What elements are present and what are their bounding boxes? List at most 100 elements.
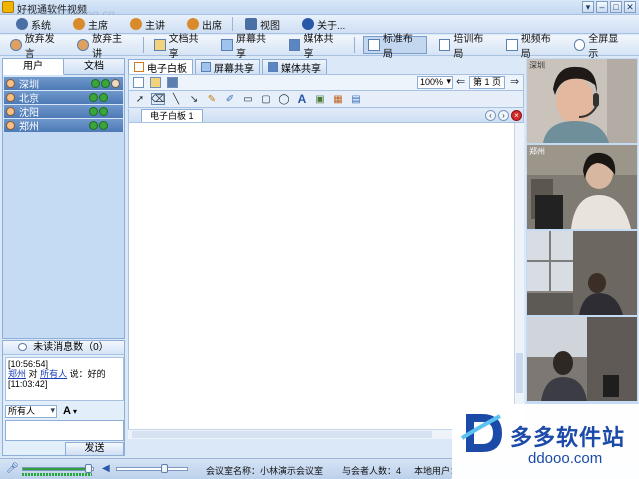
close-window-button[interactable]: ✕: [624, 1, 636, 13]
next-page-icon[interactable]: ⇒: [510, 75, 519, 88]
chat-input[interactable]: [5, 420, 124, 441]
fullscreen-icon: [573, 39, 586, 51]
user-name: 郑州: [19, 122, 39, 133]
user-status: [89, 121, 108, 130]
rectangle-icon[interactable]: ▭: [241, 93, 255, 105]
eraser-icon[interactable]: ⌫: [151, 93, 165, 105]
user-row[interactable]: 郑州: [4, 119, 123, 133]
speaker-volume-slider[interactable]: [116, 464, 188, 473]
whiteboard-file-toolbar: 100% ⇐ 第 1 页 ⇒: [128, 74, 524, 91]
video-layout-button[interactable]: 视频布局: [504, 34, 561, 60]
page-select[interactable]: 第 1 页: [469, 76, 505, 89]
media-share-button[interactable]: 媒体共享: [287, 34, 344, 60]
prev-page-icon[interactable]: ⇐: [456, 75, 465, 88]
camera-status-icon: [99, 107, 108, 116]
tab-documents[interactable]: 文档: [64, 59, 124, 75]
tab-whiteboard[interactable]: 电子白板: [128, 59, 193, 75]
standard-layout-label: 标准布局: [382, 34, 413, 60]
standard-layout-button[interactable]: 标准布局: [363, 34, 427, 60]
whiteboard-canvas[interactable]: [128, 123, 514, 429]
rounded-rectangle-icon[interactable]: ▢: [259, 93, 273, 105]
open-folder-icon[interactable]: [150, 77, 161, 88]
new-file-icon[interactable]: [133, 77, 144, 88]
whiteboard-icon: [134, 62, 144, 72]
tab-scroll-left-icon[interactable]: ‹: [485, 110, 496, 121]
scroll-thumb[interactable]: [132, 431, 432, 438]
chat-sender-link[interactable]: 郑州: [8, 369, 26, 379]
highlighter-icon[interactable]: ✐: [223, 93, 237, 105]
video-window[interactable]: [527, 231, 637, 315]
watermark-site-name: 多多软件站: [510, 425, 626, 450]
presenter-status-icon: [111, 79, 120, 88]
release-speak-label: 放弃发言: [24, 34, 55, 60]
user-name: 沈阳: [19, 108, 39, 119]
window-controls: ▾ – □ ✕: [582, 1, 636, 13]
insert-image-icon[interactable]: ▣: [313, 93, 327, 105]
microphone-icon[interactable]: 🎤︎: [6, 463, 19, 474]
microphone-volume-slider[interactable]: [22, 464, 94, 473]
pointer-icon[interactable]: ➚: [133, 93, 147, 105]
font-dropdown-icon[interactable]: ▾: [73, 407, 77, 416]
watermark-site-url: ddooo.com: [528, 450, 603, 467]
tab-scroll-right-icon[interactable]: ›: [498, 110, 509, 121]
send-button[interactable]: 发送: [65, 442, 124, 456]
unread-messages-header[interactable]: 未读消息数（0）: [3, 341, 124, 355]
screen-share-label: 屏幕共享: [236, 34, 267, 60]
user-icon: [6, 107, 15, 116]
user-panel-tabs: 用户 文档: [3, 59, 124, 75]
release-speak-button[interactable]: 放弃发言: [8, 34, 65, 60]
tab-users[interactable]: 用户: [3, 59, 64, 75]
chat-recipient-select[interactable]: 所有人: [5, 404, 57, 418]
background-icon[interactable]: ▤: [349, 93, 363, 105]
video-window[interactable]: [527, 317, 637, 401]
arrow-line-icon[interactable]: ↘: [187, 93, 201, 105]
save-icon[interactable]: [167, 77, 178, 88]
title-bar: 好视通软件视频 haoshitong.cn ▾ – □ ✕: [0, 0, 639, 21]
chat-controls: 所有人 A ▾: [5, 404, 124, 418]
screenshot-icon[interactable]: ▦: [331, 93, 345, 105]
user-panel: 用户 文档 深圳 北京 沈阳 郑州: [2, 58, 125, 339]
share-tabs: 电子白板 屏幕共享 媒体共享: [128, 59, 524, 75]
scroll-thumb[interactable]: [516, 353, 523, 393]
video-window[interactable]: 郑州: [527, 145, 637, 229]
maximize-button[interactable]: □: [610, 1, 622, 13]
user-row[interactable]: 深圳: [4, 77, 123, 91]
slider-knob[interactable]: [85, 464, 92, 473]
menu-presenter[interactable]: 主讲: [130, 17, 165, 32]
slider-knob[interactable]: [161, 464, 168, 473]
chat-timestamp: [10:56:54]: [8, 359, 49, 369]
line-icon[interactable]: ╲: [169, 93, 183, 105]
fullscreen-button[interactable]: 全屏显示: [572, 34, 629, 60]
zoom-select[interactable]: 100%: [417, 76, 453, 89]
screen-share-button[interactable]: 屏幕共享: [219, 34, 276, 60]
ellipse-icon[interactable]: ◯: [277, 93, 291, 105]
attendee-icon: [187, 18, 199, 30]
chat-recipient-link[interactable]: 所有人: [40, 369, 67, 379]
training-layout-button[interactable]: 培训布局: [437, 34, 494, 60]
chat-history[interactable]: [10:56:54] 郑州 对 所有人 说：好的 [11:03:42]: [5, 357, 124, 401]
close-page-icon[interactable]: ×: [511, 110, 522, 121]
text-icon[interactable]: A: [295, 92, 309, 106]
unread-count-label: 未读消息数（0）: [33, 342, 109, 353]
tab-media-share[interactable]: 媒体共享: [262, 59, 327, 75]
user-row[interactable]: 沈阳: [4, 105, 123, 119]
release-presenter-label: 放弃主讲: [92, 34, 123, 60]
document-share-button[interactable]: 文档共享: [152, 34, 209, 60]
whiteboard-vertical-scrollbar[interactable]: [514, 123, 524, 429]
user-name: 深圳: [19, 80, 39, 91]
menu-presenter-label: 主讲: [145, 20, 165, 32]
release-presenter-button[interactable]: 放弃主讲: [75, 34, 132, 60]
menu-separator: [232, 17, 233, 31]
pencil-icon[interactable]: ✎: [205, 93, 219, 105]
whiteboard-page-tab[interactable]: 电子白板 1: [141, 109, 203, 122]
speaker-icon[interactable]: ◀︎: [102, 463, 110, 474]
tab-screen-share[interactable]: 屏幕共享: [195, 59, 260, 75]
video-window[interactable]: 深圳: [527, 59, 637, 143]
font-color-icon[interactable]: A: [63, 405, 71, 417]
site-watermark: 多多软件站 ddooo.com: [452, 404, 639, 479]
user-row[interactable]: 北京: [4, 91, 123, 105]
user-icon: [6, 79, 15, 88]
speaker-status-icon: [89, 93, 98, 102]
minimize-button[interactable]: –: [596, 1, 608, 13]
window-menu-button[interactable]: ▾: [582, 1, 594, 13]
